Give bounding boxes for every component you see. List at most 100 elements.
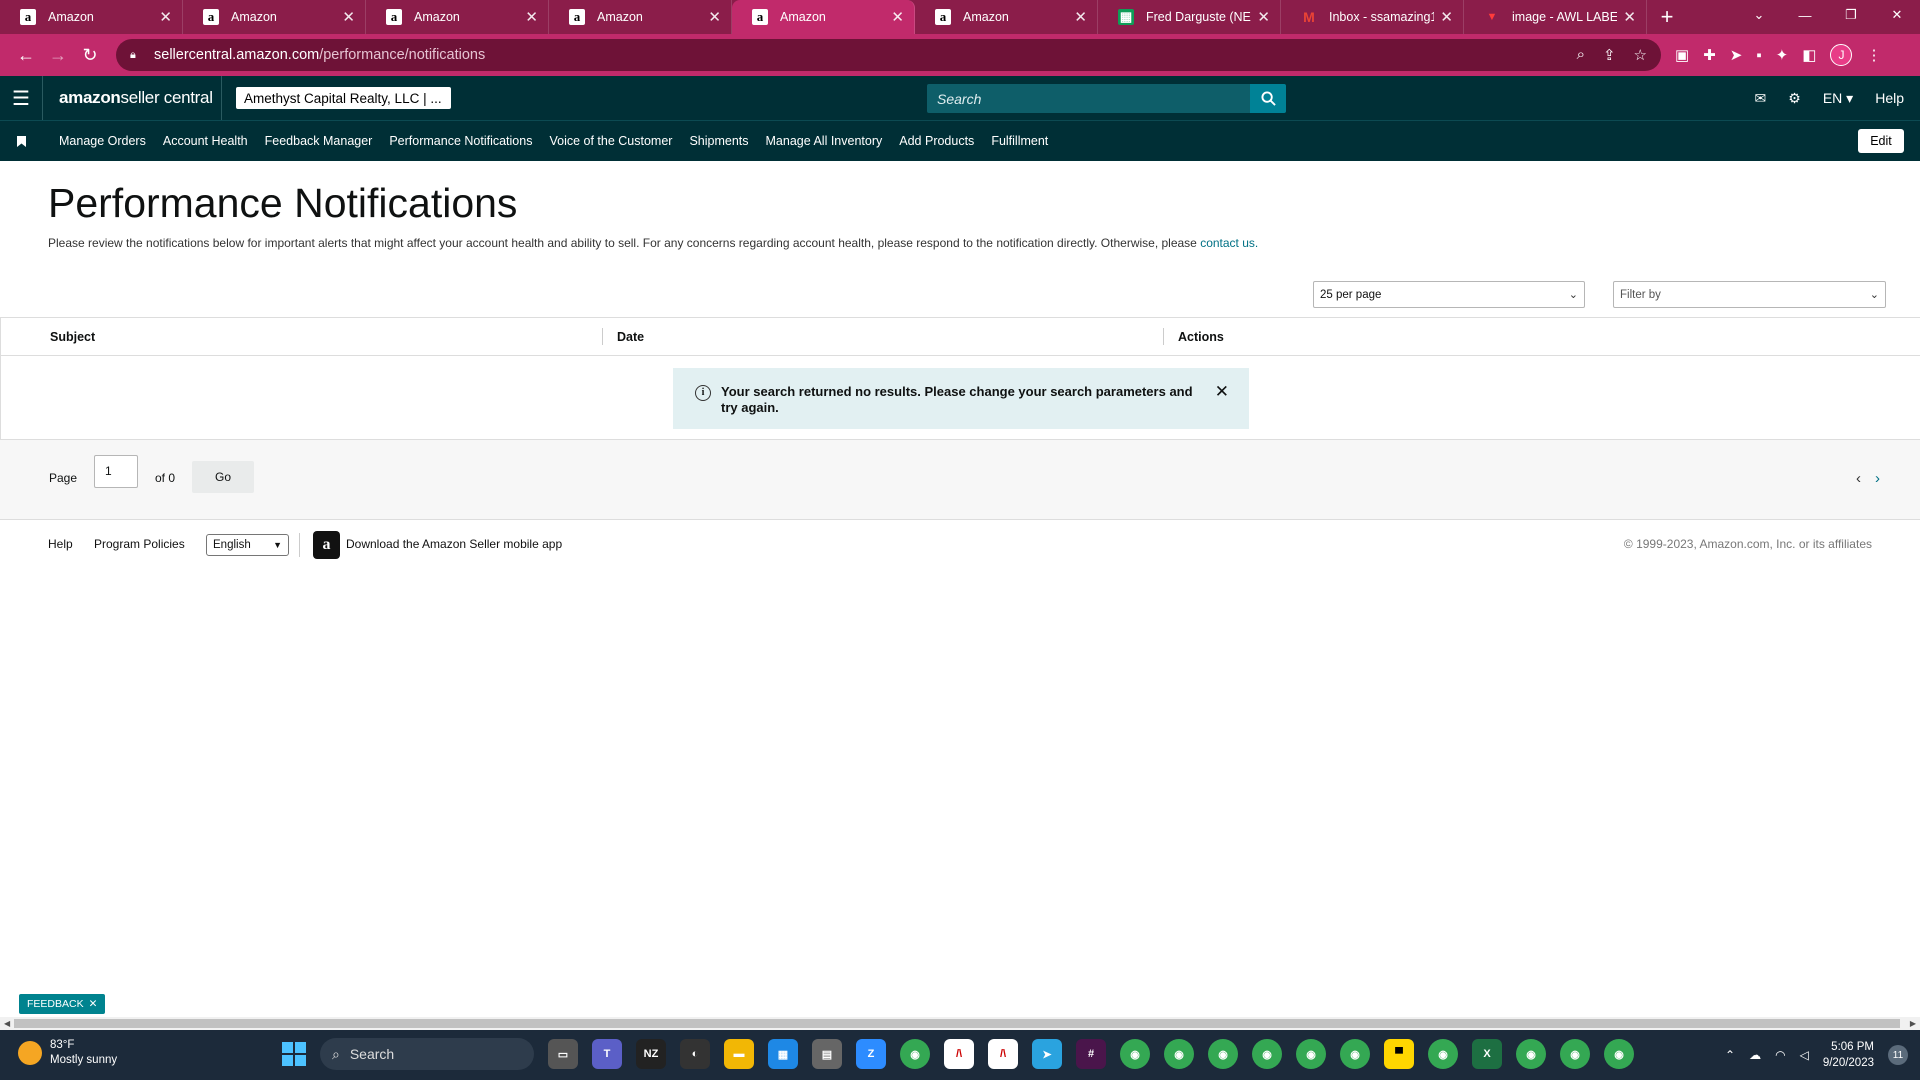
reload-button[interactable]: ↻	[74, 45, 106, 66]
extension-icon[interactable]: ▣	[1675, 46, 1689, 64]
browser-tab[interactable]: a Amazon ✕	[732, 0, 915, 34]
calendar-icon[interactable]: ▦	[768, 1039, 798, 1069]
footer-help-link[interactable]: Help	[48, 537, 73, 551]
app-icon[interactable]: ◐	[680, 1039, 710, 1069]
chrome-icon[interactable]: ◉	[1604, 1039, 1634, 1069]
browser-tab[interactable]: a Amazon ✕	[366, 0, 549, 34]
browser-tab[interactable]: a Amazon ✕	[0, 0, 183, 34]
search-button[interactable]	[1250, 84, 1286, 113]
contact-us-link[interactable]: contact us.	[1200, 236, 1258, 250]
chrome-icon[interactable]: ◉	[1208, 1039, 1238, 1069]
telegram-icon[interactable]: ➤	[1032, 1039, 1062, 1069]
file-explorer-icon[interactable]: ▬	[724, 1039, 754, 1069]
column-date[interactable]: Date	[617, 330, 644, 344]
nav-item-shipments[interactable]: Shipments	[689, 134, 748, 148]
speaker-icon[interactable]: ◁	[1800, 1048, 1809, 1062]
extension-icon[interactable]: ➤	[1730, 46, 1743, 64]
browser-tab[interactable]: a Amazon ✕	[183, 0, 366, 34]
minimize-button[interactable]: —	[1782, 0, 1828, 30]
browser-tab[interactable]: M Inbox - ssamazing197 ✕	[1281, 0, 1464, 34]
app-icon[interactable]: /\	[944, 1039, 974, 1069]
menu-kebab-icon[interactable]: ⋮	[1866, 46, 1881, 64]
hamburger-menu-icon[interactable]: ☰	[0, 86, 42, 111]
browser-tab[interactable]: ▼ image - AWL LABEL ✕	[1464, 0, 1647, 34]
zoom-icon[interactable]: Z	[856, 1039, 886, 1069]
nav-item-add-products[interactable]: Add Products	[899, 134, 974, 148]
chrome-icon[interactable]: ◉	[1516, 1039, 1546, 1069]
chrome-icon[interactable]: ◉	[1120, 1039, 1150, 1069]
close-icon[interactable]: ✕	[342, 8, 355, 26]
chrome-icon[interactable]: ◉	[900, 1039, 930, 1069]
gear-icon[interactable]: ⚙	[1788, 90, 1801, 107]
calculator-icon[interactable]: ▤	[812, 1039, 842, 1069]
mail-icon[interactable]: ✉	[1755, 90, 1767, 107]
chevron-right-icon[interactable]: ›	[1875, 470, 1880, 487]
browser-tab[interactable]: ▦ Fred Darguste (NEW S ✕	[1098, 0, 1281, 34]
sticky-notes-icon[interactable]: ▀	[1384, 1039, 1414, 1069]
app-icon[interactable]: /\	[988, 1039, 1018, 1069]
search-input[interactable]: Search	[927, 84, 1250, 113]
excel-icon[interactable]: X	[1472, 1039, 1502, 1069]
nav-item-fulfillment[interactable]: Fulfillment	[991, 134, 1048, 148]
per-page-select[interactable]: 25 per page ⌄	[1313, 281, 1585, 308]
share-icon[interactable]: ⇪	[1603, 46, 1616, 64]
task-view-icon[interactable]: ▭	[548, 1039, 578, 1069]
nav-item-performance-notifications[interactable]: Performance Notifications	[389, 134, 532, 148]
footer-language-select[interactable]: English ▼	[206, 534, 289, 556]
chrome-icon[interactable]: ◉	[1296, 1039, 1326, 1069]
slack-icon[interactable]: #	[1076, 1039, 1106, 1069]
chrome-icon[interactable]: ◉	[1340, 1039, 1370, 1069]
bookmark-icon[interactable]	[0, 135, 42, 147]
restore-button[interactable]: ❐	[1828, 0, 1874, 30]
tab-search-icon[interactable]: ⌄	[1736, 0, 1782, 30]
close-icon[interactable]: ✕	[1074, 8, 1087, 26]
nav-item-voice-of-the-customer[interactable]: Voice of the Customer	[549, 134, 672, 148]
scroll-right-arrow[interactable]: ▶	[1910, 1017, 1916, 1030]
nav-item-feedback-manager[interactable]: Feedback Manager	[265, 134, 373, 148]
seller-central-logo[interactable]: amazon seller central	[42, 76, 222, 120]
close-icon[interactable]: ✕	[1623, 8, 1636, 26]
filter-select[interactable]: Filter by ⌄	[1613, 281, 1886, 308]
weather-widget[interactable]: 83°F Mostly sunny	[18, 1038, 117, 1068]
nav-item-manage-orders[interactable]: Manage Orders	[59, 134, 146, 148]
notification-badge[interactable]: 11	[1888, 1045, 1908, 1065]
go-button[interactable]: Go	[192, 461, 254, 493]
close-window-button[interactable]: ✕	[1874, 0, 1920, 30]
page-number-input[interactable]: 1	[94, 455, 138, 488]
language-selector[interactable]: EN ▾	[1823, 90, 1853, 107]
taskbar-search[interactable]: ⌕ Search	[320, 1038, 534, 1070]
nzxt-icon[interactable]: NZ	[636, 1039, 666, 1069]
url-field[interactable]: 🔒︎ sellercentral.amazon.com/performance/…	[116, 39, 1661, 71]
chrome-icon[interactable]: ◉	[1560, 1039, 1590, 1069]
profile-avatar[interactable]: J	[1830, 44, 1853, 66]
scroll-left-arrow[interactable]: ◀	[4, 1017, 10, 1030]
edit-nav-button[interactable]: Edit	[1858, 129, 1904, 153]
close-icon[interactable]: ✕	[159, 8, 172, 26]
chrome-icon[interactable]: ◉	[1164, 1039, 1194, 1069]
amazon-app-icon[interactable]: a	[313, 531, 340, 559]
close-icon[interactable]: ✕	[891, 8, 904, 26]
account-switcher[interactable]: Amethyst Capital Realty, LLC | ...	[236, 87, 451, 109]
close-icon[interactable]: ✕	[525, 8, 538, 26]
forward-button[interactable]: →	[42, 45, 74, 66]
puzzle-icon[interactable]: ✦	[1776, 46, 1789, 64]
chevron-up-icon[interactable]: ⌃	[1725, 1048, 1735, 1062]
nav-item-account-health[interactable]: Account Health	[163, 134, 248, 148]
close-icon[interactable]: ✕	[1215, 383, 1229, 400]
nav-item-manage-all-inventory[interactable]: Manage All Inventory	[766, 134, 883, 148]
feedback-button[interactable]: FEEDBACK ✕	[19, 994, 106, 1014]
bookmark-star-icon[interactable]: ☆	[1634, 46, 1647, 64]
browser-tab[interactable]: a Amazon ✕	[915, 0, 1098, 34]
back-button[interactable]: ←	[10, 45, 42, 66]
extension-icon[interactable]: ▪	[1756, 47, 1761, 64]
new-tab-button[interactable]: +	[1647, 0, 1687, 34]
clock[interactable]: 5:06 PM 9/20/2023	[1823, 1039, 1874, 1071]
close-icon[interactable]: ✕	[1440, 8, 1453, 26]
chevron-left-icon[interactable]: ‹	[1856, 470, 1861, 487]
horizontal-scrollbar[interactable]: ◀ ▶	[0, 1017, 1920, 1030]
windows-start-icon[interactable]	[282, 1042, 306, 1066]
browser-tab[interactable]: a Amazon ✕	[549, 0, 732, 34]
side-panel-icon[interactable]: ◧	[1802, 46, 1816, 64]
chrome-icon[interactable]: ◉	[1428, 1039, 1458, 1069]
close-icon[interactable]: ✕	[89, 998, 98, 1010]
